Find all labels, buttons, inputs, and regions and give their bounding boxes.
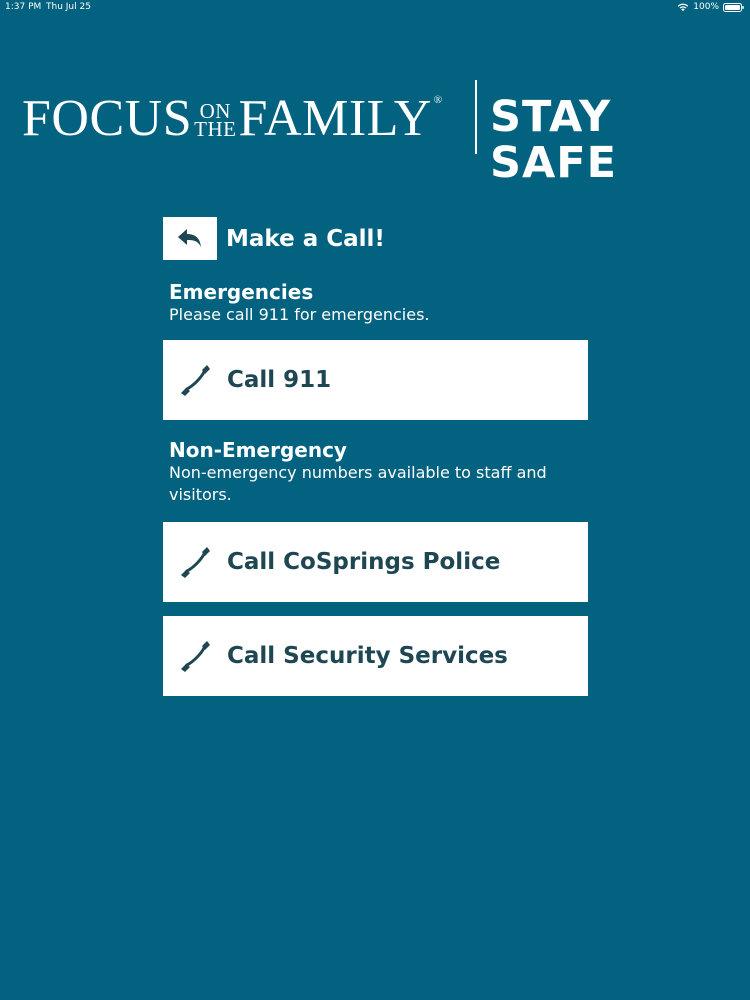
wifi-icon <box>678 3 689 12</box>
back-arrow-icon <box>178 228 201 247</box>
non-emergency-description: Non-emergency numbers available to staff… <box>169 463 547 504</box>
logo-word-family: FAMILY <box>238 90 432 147</box>
phone-icon <box>181 365 210 396</box>
focus-on-the-family-logo: FOCUS ON THE FAMILY ® <box>22 90 443 147</box>
page-header: Make a Call! <box>163 217 588 260</box>
logo-word-focus: FOCUS <box>22 90 193 147</box>
call-security-services-button[interactable]: Call Security Services <box>163 616 588 696</box>
main-content: Make a Call! Emergencies Please call 911… <box>163 217 588 696</box>
logo-on-the: ON THE <box>194 101 237 141</box>
call-911-button[interactable]: Call 911 <box>163 340 588 420</box>
logo-stay-safe: STAY SAFE <box>490 92 617 188</box>
status-time: 1:37 PM <box>5 2 42 12</box>
emergencies-description: Please call 911 for emergencies. <box>169 305 430 324</box>
app-logo: FOCUS ON THE FAMILY ® STAY SAFE <box>22 80 732 186</box>
status-indicators: 100% <box>677 0 744 14</box>
page-title: Make a Call! <box>226 225 385 252</box>
logo-divider <box>475 80 477 154</box>
status-date: Thu Jul 25 <box>46 2 91 12</box>
call-cosprings-police-label: Call CoSprings Police <box>227 549 501 575</box>
call-911-label: Call 911 <box>227 367 332 393</box>
logo-word-the: THE <box>194 117 237 141</box>
call-cosprings-police-button[interactable]: Call CoSprings Police <box>163 522 588 602</box>
phone-icon <box>181 547 210 578</box>
non-emergency-heading: Non-Emergency <box>169 438 347 462</box>
logo-registered-mark: ® <box>433 94 443 106</box>
call-security-services-label: Call Security Services <box>227 643 508 669</box>
status-bar: 1:37 PM Thu Jul 25 100% <box>0 0 750 16</box>
phone-icon <box>181 641 210 672</box>
back-button[interactable] <box>163 217 217 260</box>
emergencies-heading: Emergencies <box>169 280 314 304</box>
battery-icon <box>723 2 744 12</box>
battery-percent: 100% <box>693 2 719 12</box>
